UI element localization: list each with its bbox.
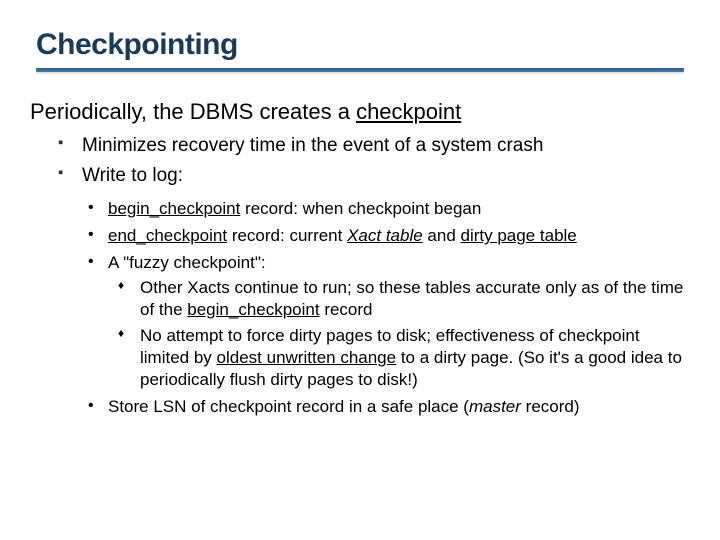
lead-line: Periodically, the DBMS creates a checkpo… (30, 99, 684, 125)
l3-item: No attempt to force dirty pages to disk;… (140, 325, 684, 391)
term-end-checkpoint: end_checkpoint (108, 226, 227, 245)
term-oldest-unwritten: oldest unwritten change (217, 348, 397, 367)
slide-title: Checkpointing (36, 28, 684, 62)
slide: Checkpointing Periodically, the DBMS cre… (0, 0, 720, 443)
bullet-list-l1: Minimizes recovery time in the event of … (82, 133, 684, 419)
text: and (423, 226, 461, 245)
term-begin-checkpoint: begin_checkpoint (108, 199, 240, 218)
l1-text: Write to log: (82, 165, 183, 186)
term-dirty-page-table: dirty page table (461, 226, 577, 245)
text: Store LSN of checkpoint record in a safe… (108, 397, 469, 416)
lead-underlined: checkpoint (356, 99, 461, 124)
l2-item: end_checkpoint record: current Xact tabl… (108, 225, 684, 248)
term-begin-checkpoint: begin_checkpoint (187, 300, 319, 319)
term-xact-table: Xact table (347, 226, 423, 245)
l2-item: begin_checkpoint record: when checkpoint… (108, 198, 684, 221)
l1-item: Write to log: begin_checkpoint record: w… (82, 163, 684, 419)
bullet-list-l2: begin_checkpoint record: when checkpoint… (108, 198, 684, 418)
text: record (320, 300, 373, 319)
l2-item: Store LSN of checkpoint record in a safe… (108, 396, 684, 419)
l3-item: Other Xacts continue to run; so these ta… (140, 277, 684, 321)
bullet-list-l3: Other Xacts continue to run; so these ta… (140, 277, 684, 391)
text: record: current (227, 226, 347, 245)
text: record) (521, 397, 580, 416)
l2-item: A "fuzzy checkpoint": Other Xacts contin… (108, 252, 684, 391)
text: record: when checkpoint began (240, 199, 481, 218)
lead-prefix: Periodically, the DBMS creates a (30, 99, 356, 124)
title-rule (36, 68, 684, 75)
l1-item: Minimizes recovery time in the event of … (82, 133, 684, 159)
text: A "fuzzy checkpoint": (108, 253, 266, 272)
term-master: master (469, 397, 521, 416)
